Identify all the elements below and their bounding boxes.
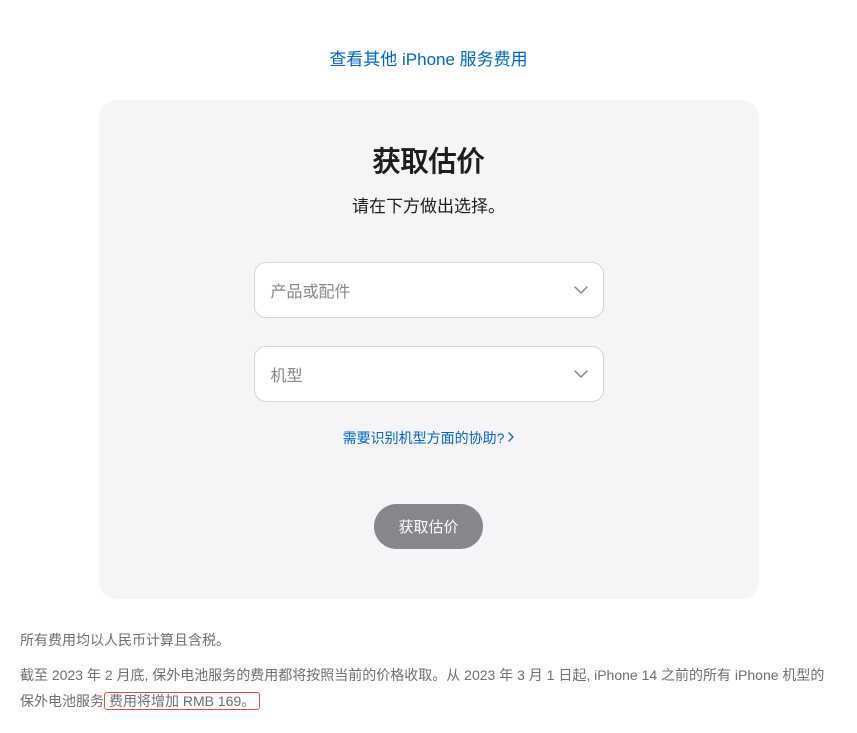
model-select-wrapper: 机型 — [254, 346, 604, 402]
help-link-label: 需要识别机型方面的协助? — [343, 428, 505, 448]
other-services-link[interactable]: 查看其他 iPhone 服务费用 — [329, 50, 527, 69]
product-select[interactable]: 产品或配件 — [254, 262, 604, 318]
footer-line1: 所有费用均以人民币计算且含税。 — [20, 627, 837, 654]
top-link-container: 查看其他 iPhone 服务费用 — [10, 10, 847, 100]
card-subtitle: 请在下方做出选择。 — [149, 192, 709, 217]
estimate-card: 获取估价 请在下方做出选择。 产品或配件 机型 需要识别机型方面的协助? — [99, 100, 759, 599]
card-title: 获取估价 — [149, 140, 709, 180]
footer-text: 所有费用均以人民币计算且含税。 截至 2023 年 2 月底, 保外电池服务的费… — [10, 599, 847, 715]
price-increase-highlight: 费用将增加 RMB 169。 — [104, 692, 260, 710]
footer-line2: 截至 2023 年 2 月底, 保外电池服务的费用都将按照当前的价格收取。从 2… — [20, 662, 837, 715]
help-identify-link[interactable]: 需要识别机型方面的协助? — [343, 428, 515, 448]
product-select-wrapper: 产品或配件 — [254, 262, 604, 318]
chevron-right-icon — [508, 431, 514, 445]
model-select[interactable]: 机型 — [254, 346, 604, 402]
get-estimate-button[interactable]: 获取估价 — [374, 504, 482, 549]
